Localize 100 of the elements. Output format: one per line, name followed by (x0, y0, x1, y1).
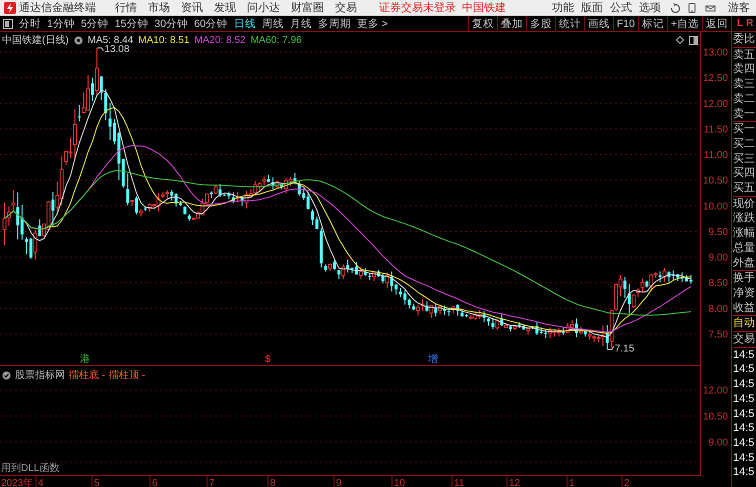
panel-toggle-icon[interactable] (689, 36, 698, 45)
period-tab[interactable]: 多周期 (318, 16, 351, 30)
month-label: 10 (394, 478, 406, 487)
quote-label: 涨幅 (733, 226, 756, 241)
quote-label: 交易 (733, 332, 756, 347)
menu-item[interactable]: 功能 (552, 0, 574, 15)
login-notice: 证券交易未登录 (379, 0, 456, 15)
period-tab[interactable]: 月线 (290, 16, 312, 30)
period-tab[interactable]: 1分钟 (47, 16, 75, 30)
period-tab[interactable]: 日线 (234, 16, 256, 30)
dll-note: 用到DLL函数 (1, 462, 60, 475)
month-label: 9 (336, 478, 342, 487)
menu-item[interactable]: 市场 (148, 0, 170, 15)
indicator-name[interactable]: 股票指标网 (15, 368, 65, 382)
check-circle-icon[interactable] (2, 370, 11, 380)
axis-label: 10.50 (702, 176, 728, 187)
trade-time: 14:5 (733, 348, 756, 362)
circle-icon[interactable] (74, 36, 83, 44)
axis-label: 12.50 (702, 73, 728, 84)
quote-label: 卖三 (733, 77, 756, 92)
menu-item[interactable]: 交易 (335, 0, 357, 15)
axis-label: 8.00 (708, 304, 728, 315)
axis-label: 10.00 (702, 201, 728, 212)
trade-time: 14:5 (733, 392, 756, 407)
period-tab[interactable]: 更多 > (356, 16, 388, 30)
panel-switch[interactable]: R (746, 18, 754, 29)
month-label: 5 (94, 478, 100, 487)
axis-label: 9.50 (708, 226, 728, 238)
quote-label: 买一 (733, 122, 756, 137)
quote-label: 换手 (733, 271, 756, 286)
month-label: 7 (209, 478, 215, 487)
chart-title: 中国铁建(日线) (2, 34, 69, 47)
month-label: 8 (270, 478, 276, 487)
signal-marker: 港 (80, 354, 90, 365)
menu-item[interactable]: 资讯 (181, 0, 203, 15)
trade-time: 14:5 (733, 421, 756, 436)
axis-label: 9.00 (708, 252, 728, 264)
axis-label: 11.50 (704, 124, 728, 136)
period-tab[interactable]: 分时 (19, 16, 41, 30)
year-label: 2023年 (1, 478, 34, 487)
panel-toggle-icon[interactable] (3, 18, 13, 28)
menu-item[interactable]: 行情 (115, 0, 137, 15)
quote-label: 委比 (733, 32, 756, 47)
month-label: 12 (509, 478, 520, 487)
user-label[interactable]: 游客 (728, 0, 750, 15)
menu-item[interactable]: 财富圈 (291, 0, 324, 15)
axis-label: 10.50 (702, 412, 728, 422)
signal-marker: 增 (428, 354, 438, 365)
app-title: 通达信金融终端 (19, 0, 96, 15)
stock-name: 中国铁建 (462, 1, 506, 15)
trade-time: 14:5 (733, 362, 756, 378)
menu-item[interactable]: 问小达 (247, 0, 280, 15)
logo-icon[interactable] (4, 2, 16, 14)
price-label: 13.08 (104, 44, 130, 55)
quote-label: 净资 (733, 286, 756, 301)
axis-label: 12.00 (702, 98, 728, 110)
trade-time: 14:5 (733, 406, 756, 422)
menu-item[interactable]: 发现 (214, 0, 236, 15)
circular-arrow-icon[interactable] (670, 2, 680, 12)
panel-switch[interactable]: L (737, 18, 744, 29)
quote-label: 卖二 (733, 92, 756, 107)
axis-label: 12.00 (702, 386, 728, 396)
period-tab[interactable]: 30分钟 (154, 16, 188, 30)
quote-label: 卖一 (733, 106, 756, 122)
month-label: 2 (624, 478, 630, 487)
leader-line (96, 47, 104, 52)
leader-line (607, 346, 614, 350)
quote-label: 外盘 (733, 256, 756, 270)
phone-icon[interactable] (688, 2, 696, 12)
mode-label: 自动 (733, 316, 756, 332)
quote-label: 卖四 (733, 62, 756, 78)
month-label: 11 (454, 478, 464, 487)
trade-time: 14:5 (733, 450, 756, 466)
trade-time: 14:5 (733, 377, 756, 392)
period-tab[interactable]: 5分钟 (80, 16, 109, 30)
month-label: 1 (569, 478, 575, 487)
period-tab[interactable]: 15分钟 (114, 16, 148, 30)
axis-label: 8.50 (708, 278, 728, 290)
period-tab[interactable]: 60分钟 (194, 16, 228, 30)
moving-average-value: MA10: 8.51 (138, 34, 190, 46)
menu-item[interactable]: 版面 (581, 0, 603, 15)
signal-marker: $ (265, 354, 271, 365)
axis-label: 13.00 (702, 48, 728, 58)
quote-label: 买四 (733, 166, 756, 182)
menu-item[interactable]: 选项 (639, 0, 661, 15)
axis-label: 7.50 (708, 329, 728, 340)
moving-average-value: MA60: 7.96 (250, 34, 302, 46)
diamond-icon[interactable] (676, 36, 684, 44)
month-label: 6 (152, 478, 158, 487)
trade-time: 14:5 (733, 436, 756, 451)
quote-label: 现价 (733, 196, 756, 212)
menu-item[interactable]: 公式 (610, 0, 632, 15)
month-label: 4 (38, 478, 44, 487)
quote-label: 买五 (733, 181, 756, 196)
period-tab[interactable]: 周线 (262, 16, 284, 30)
message-icon[interactable] (705, 2, 716, 12)
quote-label: 买二 (733, 136, 756, 152)
price-label: 7.15 (614, 343, 634, 354)
moving-average-value: MA5: 8.44 (88, 34, 134, 46)
quote-label: 收益 (733, 300, 756, 316)
